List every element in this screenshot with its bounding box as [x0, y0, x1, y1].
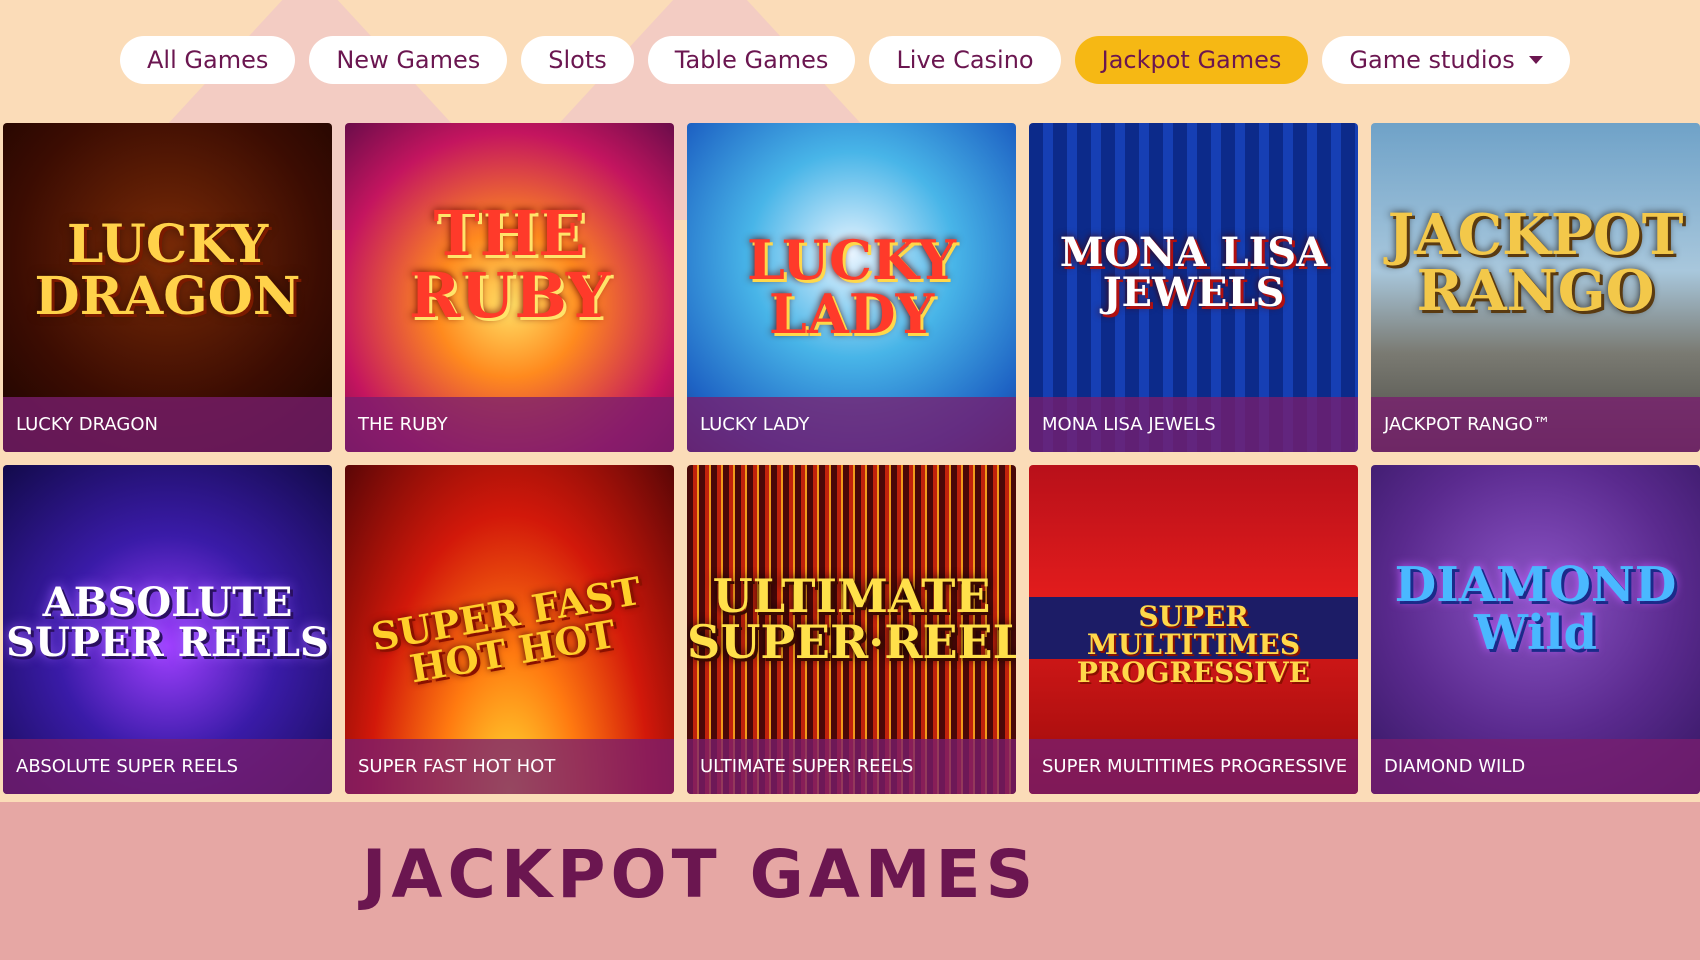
game-logo: DIAMOND Wild: [1394, 557, 1677, 661]
caret-down-icon: [1528, 56, 1543, 64]
game-tile-lucky-lady[interactable]: LUCKY LADY LUCKY LADY: [687, 123, 1016, 452]
filter-slots[interactable]: Slots: [521, 36, 634, 84]
filter-label: All Games: [147, 46, 269, 74]
game-logo: LUCKY DRAGON: [34, 214, 301, 327]
game-tile-absolute-super-reels[interactable]: ABSOLUTE SUPER REELS ABSOLUTE SUPER REEL…: [3, 465, 332, 794]
filter-label: Table Games: [674, 46, 829, 74]
filter-table-games[interactable]: Table Games: [647, 36, 856, 84]
game-title: THE RUBY: [345, 397, 674, 452]
game-tile-super-fast-hot-hot[interactable]: SUPER FAST HOT HOT SUPER FAST HOT HOT: [345, 465, 674, 794]
page-title: JACKPOT GAMES: [361, 836, 1039, 913]
game-tile-super-multitimes-progressive[interactable]: SUPER MULTITIMES PROGRESSIVE SUPER MULTI…: [1029, 465, 1358, 794]
game-title: SUPER MULTITIMES PROGRESSIVE: [1029, 739, 1358, 794]
filter-new-games[interactable]: New Games: [309, 36, 508, 84]
game-logo: ABSOLUTE SUPER REELS: [6, 579, 329, 666]
game-filter-bar: All Games New Games Slots Table Games Li…: [120, 36, 1570, 84]
game-studios-dropdown[interactable]: Game studios: [1322, 36, 1570, 84]
filter-jackpot-games[interactable]: Jackpot Games: [1074, 36, 1309, 84]
filter-label: Slots: [548, 46, 607, 74]
game-logo: SUPER MULTITIMES PROGRESSIVE: [1076, 600, 1311, 689]
game-tile-jackpot-rango[interactable]: JACKPOT RANGO JACKPOT RANGO™: [1371, 123, 1700, 452]
game-title: JACKPOT RANGO™: [1371, 397, 1700, 452]
game-logo: JACKPOT RANGO: [1387, 202, 1684, 324]
game-logo: ULTIMATE SUPER·REELS: [687, 569, 1016, 669]
game-tile-ultimate-super-reels[interactable]: ULTIMATE SUPER·REELS ULTIMATE SUPER REEL…: [687, 465, 1016, 794]
game-logo: MONA LISA JEWELS: [1059, 229, 1328, 316]
game-title: LUCKY DRAGON: [3, 397, 332, 452]
game-tile-lucky-dragon[interactable]: LUCKY DRAGON LUCKY DRAGON: [3, 123, 332, 452]
filter-label: Game studios: [1349, 46, 1515, 74]
game-title: DIAMOND WILD: [1371, 739, 1700, 794]
game-logo: LUCKY LADY: [746, 228, 957, 346]
game-logo: THE RUBY: [408, 197, 611, 332]
game-tile-the-ruby[interactable]: THE RUBY THE RUBY: [345, 123, 674, 452]
game-grid: LUCKY DRAGON LUCKY DRAGON THE RUBY THE R…: [3, 123, 1700, 794]
game-title: ABSOLUTE SUPER REELS: [3, 739, 332, 794]
game-title: SUPER FAST HOT HOT: [345, 739, 674, 794]
game-title: MONA LISA JEWELS: [1029, 397, 1358, 452]
game-title: ULTIMATE SUPER REELS: [687, 739, 1016, 794]
filter-label: New Games: [336, 46, 481, 74]
filter-label: Jackpot Games: [1101, 46, 1282, 74]
filter-live-casino[interactable]: Live Casino: [869, 36, 1061, 84]
filter-label: Live Casino: [896, 46, 1034, 74]
game-title: LUCKY LADY: [687, 397, 1016, 452]
filter-all-games[interactable]: All Games: [120, 36, 296, 84]
game-tile-mona-lisa-jewels[interactable]: MONA LISA JEWELS MONA LISA JEWELS: [1029, 123, 1358, 452]
game-tile-diamond-wild[interactable]: DIAMOND Wild DIAMOND WILD: [1371, 465, 1700, 794]
